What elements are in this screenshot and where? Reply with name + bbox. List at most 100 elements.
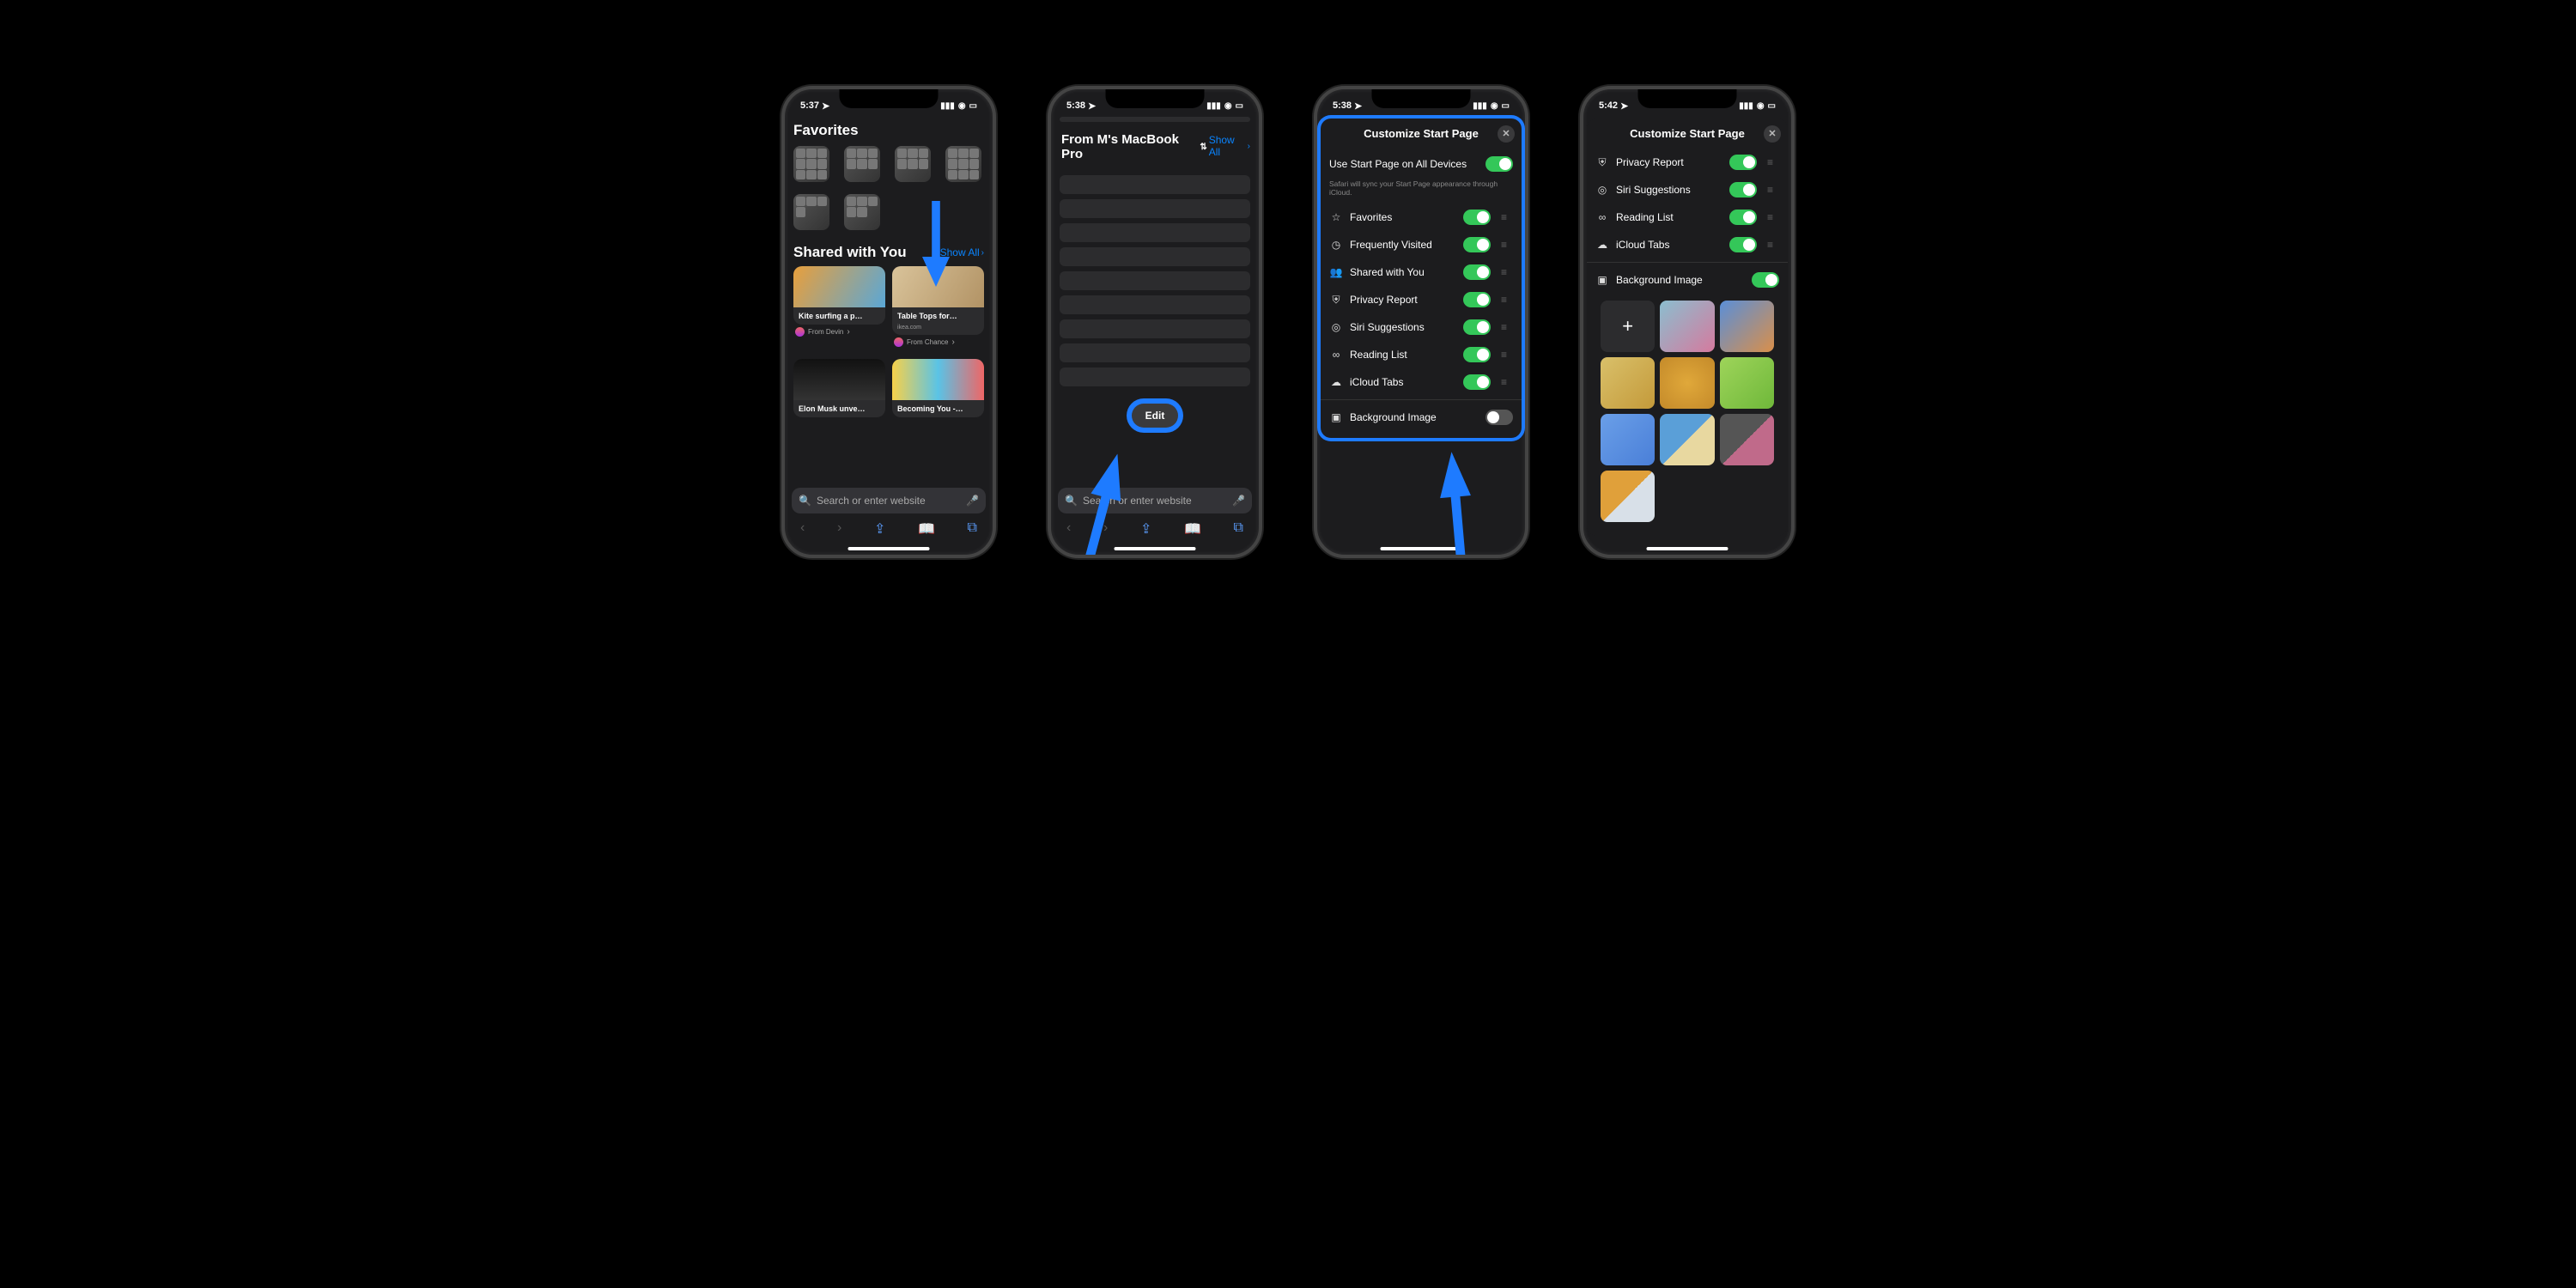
tabs-button[interactable]: ⧉: [968, 520, 977, 538]
home-indicator[interactable]: [1381, 547, 1462, 550]
sync-row: Use Start Page on All Devices: [1327, 150, 1515, 178]
toggle[interactable]: [1463, 210, 1491, 225]
handoff-item[interactable]: [1060, 223, 1250, 242]
favorite-folder[interactable]: [793, 194, 829, 230]
handoff-item[interactable]: [1060, 295, 1250, 314]
card-title: Becoming You -…: [892, 400, 984, 417]
search-icon: 🔍: [1065, 495, 1078, 507]
cloud-icon: ☁: [1595, 239, 1609, 251]
mic-icon[interactable]: 🎤: [966, 495, 979, 507]
back-button[interactable]: ‹: [1066, 520, 1071, 538]
close-button[interactable]: ✕: [1764, 125, 1781, 143]
modal-header: Customize Start Page ✕: [1587, 118, 1788, 149]
avatar: [795, 327, 805, 337]
background-tile[interactable]: [1601, 471, 1655, 522]
drag-handle-icon[interactable]: ≡: [1767, 239, 1779, 251]
handoff-item[interactable]: [1060, 247, 1250, 266]
card-image: [793, 266, 885, 307]
bookmarks-button[interactable]: 📖: [1184, 520, 1201, 538]
background-tile[interactable]: [1720, 357, 1774, 409]
background-tile[interactable]: [1660, 301, 1714, 352]
phone-4-backgrounds: 5:42➤ ▮▮▮◉▭ Customize Start Page ✕ ⛨Priv…: [1580, 86, 1795, 558]
handoff-item[interactable]: [1060, 343, 1250, 362]
shared-card[interactable]: Becoming You -…: [892, 359, 984, 417]
bookmarks-button[interactable]: 📖: [918, 520, 935, 538]
handoff-item[interactable]: [1060, 199, 1250, 218]
toggle-sync[interactable]: [1485, 156, 1513, 172]
show-all-link[interactable]: Show All›: [1209, 134, 1250, 158]
drag-handle-icon[interactable]: ≡: [1501, 321, 1513, 333]
notch: [840, 89, 939, 108]
edit-button[interactable]: Edit: [1132, 404, 1179, 428]
share-button[interactable]: ⇪: [874, 520, 885, 538]
image-icon: ▣: [1329, 411, 1343, 423]
favorite-folder[interactable]: [895, 146, 931, 182]
toggle-background[interactable]: [1485, 410, 1513, 425]
wifi-icon: ◉: [958, 101, 966, 111]
toggle[interactable]: [1463, 237, 1491, 252]
drag-handle-icon[interactable]: ≡: [1501, 349, 1513, 361]
toggle[interactable]: [1463, 292, 1491, 307]
chevron-right-icon: ›: [951, 337, 954, 347]
home-indicator[interactable]: [1115, 547, 1196, 550]
handoff-item[interactable]: [1060, 271, 1250, 290]
toggle-background[interactable]: [1752, 272, 1779, 288]
handoff-item[interactable]: [1060, 368, 1250, 386]
toggle[interactable]: [1729, 155, 1757, 170]
shared-card[interactable]: Elon Musk unve…: [793, 359, 885, 417]
home-indicator[interactable]: [848, 547, 930, 550]
drag-handle-icon[interactable]: ≡: [1767, 211, 1779, 223]
battery-icon: ▭: [1236, 101, 1243, 111]
from-row[interactable]: From Devin›: [793, 325, 885, 342]
toggle[interactable]: [1463, 264, 1491, 280]
setting-label: Frequently Visited: [1350, 239, 1456, 251]
handoff-item[interactable]: [1060, 319, 1250, 338]
background-tile[interactable]: [1720, 301, 1774, 352]
notch: [1372, 89, 1471, 108]
back-button[interactable]: ‹: [800, 520, 805, 538]
background-tile[interactable]: [1660, 414, 1714, 465]
background-tile[interactable]: [1720, 414, 1774, 465]
forward-button[interactable]: ›: [1103, 520, 1108, 538]
drag-handle-icon[interactable]: ≡: [1767, 184, 1779, 196]
drag-handle-icon[interactable]: ≡: [1501, 266, 1513, 278]
favorite-folder[interactable]: [844, 146, 880, 182]
battery-icon: ▭: [1768, 101, 1776, 111]
background-tile[interactable]: [1660, 357, 1714, 409]
favorite-folder[interactable]: [844, 194, 880, 230]
tabs-button[interactable]: ⧉: [1234, 520, 1243, 538]
favorite-folder[interactable]: [945, 146, 981, 182]
show-all-link[interactable]: Show All›: [940, 246, 984, 258]
mic-icon[interactable]: 🎤: [1232, 495, 1245, 507]
drag-handle-icon[interactable]: ≡: [1501, 239, 1513, 251]
search-bar[interactable]: 🔍 Search or enter website 🎤: [792, 488, 986, 513]
toggle[interactable]: [1729, 182, 1757, 197]
drag-handle-icon[interactable]: ≡: [1501, 294, 1513, 306]
background-tile[interactable]: [1601, 357, 1655, 409]
forward-button[interactable]: ›: [837, 520, 841, 538]
search-bar[interactable]: 🔍 Search or enter website 🎤: [1058, 488, 1252, 513]
home-indicator[interactable]: [1647, 547, 1728, 550]
handoff-item[interactable]: [1060, 175, 1250, 194]
location-icon: ➤: [1354, 100, 1362, 112]
favorite-folder[interactable]: [793, 146, 829, 182]
location-icon: ➤: [822, 100, 829, 112]
glasses-icon: ∞: [1595, 211, 1609, 223]
toggle[interactable]: [1463, 319, 1491, 335]
close-button[interactable]: ✕: [1498, 125, 1515, 143]
annotation-arrow-up: [1437, 451, 1479, 558]
from-row[interactable]: From Chance›: [892, 335, 984, 352]
toggle[interactable]: [1729, 237, 1757, 252]
add-background-button[interactable]: +: [1601, 301, 1655, 352]
shared-card[interactable]: Kite surfing a p…: [793, 266, 885, 325]
toggle[interactable]: [1729, 210, 1757, 225]
customize-modal: Customize Start Page ✕ Use Start Page on…: [1321, 118, 1522, 438]
updown-icon[interactable]: ⇅: [1200, 143, 1206, 152]
drag-handle-icon[interactable]: ≡: [1767, 156, 1779, 168]
toggle[interactable]: [1463, 347, 1491, 362]
toggle[interactable]: [1463, 374, 1491, 390]
drag-handle-icon[interactable]: ≡: [1501, 211, 1513, 223]
share-button[interactable]: ⇪: [1140, 520, 1151, 538]
drag-handle-icon[interactable]: ≡: [1501, 376, 1513, 388]
background-tile[interactable]: [1601, 414, 1655, 465]
